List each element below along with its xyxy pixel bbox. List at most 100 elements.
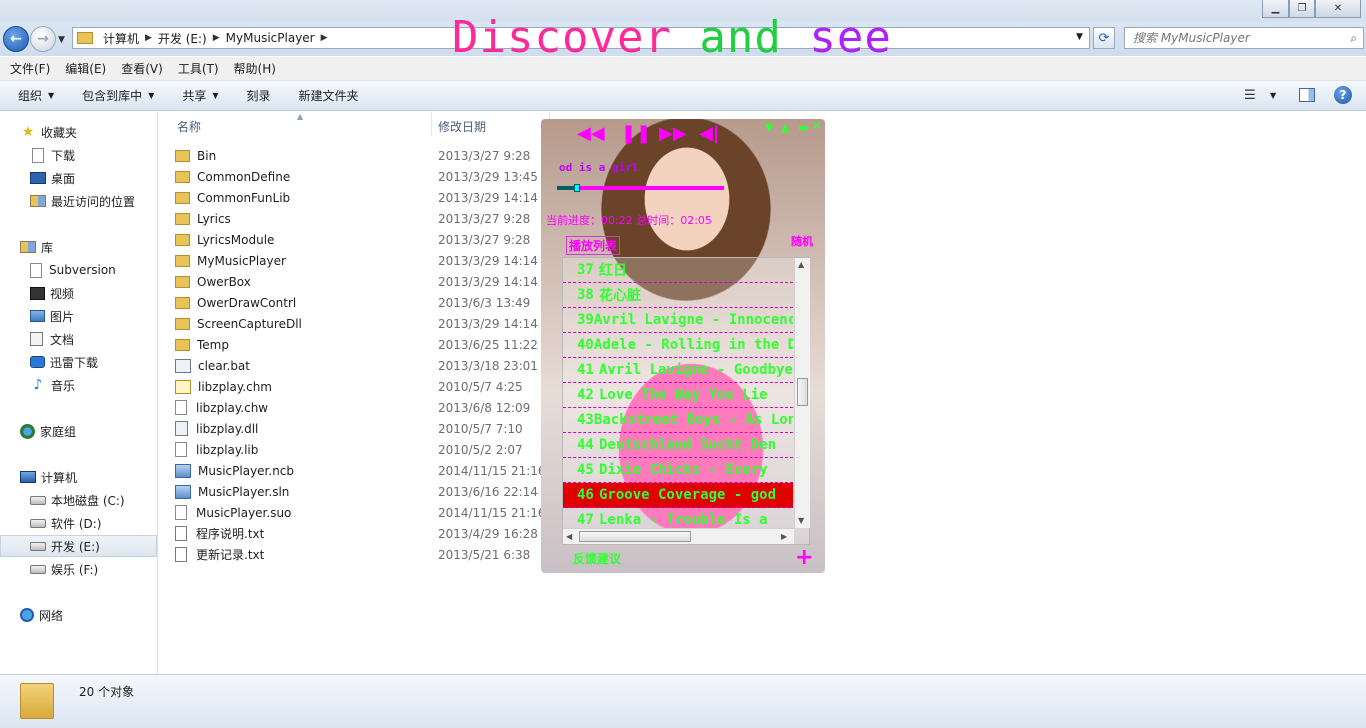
include-in-library-button[interactable]: 包含到库中 ▼: [82, 87, 154, 104]
column-header-name[interactable]: 名称: [177, 118, 201, 135]
new-folder-button[interactable]: 新建文件夹: [299, 87, 359, 104]
track-title: 花心脏: [599, 288, 641, 304]
nav-downloads[interactable]: 下载: [0, 144, 157, 166]
menu-tools[interactable]: 工具(T): [178, 60, 219, 77]
bat-icon: [175, 358, 191, 373]
nav-pictures[interactable]: 图片: [0, 305, 157, 327]
volume-icon[interactable]: ◀|: [699, 123, 719, 144]
playlist-item[interactable]: 41 Avril Lavigne - Goodbye: [563, 358, 793, 383]
progress-handle[interactable]: [574, 184, 581, 192]
file-icon: [175, 505, 187, 520]
playlist-item[interactable]: 47 Lenka - Trouble Is a: [563, 508, 793, 528]
view-options-icon[interactable]: ☰: [1244, 88, 1256, 103]
nav-drive-d[interactable]: 软件 (D:): [0, 512, 157, 534]
scroll-right-icon[interactable]: ▶: [781, 532, 787, 541]
add-song-icon[interactable]: +: [795, 545, 813, 570]
menu-view[interactable]: 查看(V): [121, 60, 163, 77]
nav-drive-e[interactable]: 开发 (E:): [0, 535, 157, 557]
preview-pane-icon[interactable]: [1299, 88, 1315, 102]
menu-file[interactable]: 文件(F): [10, 60, 50, 77]
nav-favorites[interactable]: ★ 收藏夹: [0, 121, 157, 143]
playlist-tab[interactable]: 播放列表: [566, 236, 621, 255]
share-button[interactable]: 共享 ▼: [182, 87, 218, 104]
minimize-button[interactable]: ▁: [1262, 0, 1289, 18]
nav-videos[interactable]: 视频: [0, 282, 157, 304]
playlist-item[interactable]: 44 Deutschland Sucht Den: [563, 433, 793, 458]
random-mode-button[interactable]: 随机: [791, 233, 813, 249]
nav-computer[interactable]: 计算机: [0, 466, 157, 488]
feedback-link[interactable]: 反馈建议: [573, 550, 621, 567]
chevron-right-icon[interactable]: ▶: [213, 33, 220, 43]
skin-icon[interactable]: ▼: [765, 121, 773, 134]
column-divider[interactable]: [431, 112, 432, 136]
recent-pages-dropdown-icon[interactable]: ▼: [58, 35, 65, 45]
playlist-item[interactable]: 40Adele - Rolling in the Deep: [563, 333, 793, 358]
breadcrumb-computer[interactable]: 计算机 ▶: [103, 30, 152, 47]
nav-network[interactable]: 网络: [0, 604, 157, 626]
search-box[interactable]: ⌕: [1124, 27, 1364, 49]
file-name: libzplay.dll: [196, 421, 259, 436]
menu-edit[interactable]: 编辑(E): [65, 60, 106, 77]
playlist-item[interactable]: 37 红日: [563, 258, 793, 283]
nav-drive-c[interactable]: 本地磁盘 (C:): [0, 489, 157, 511]
chevron-right-icon[interactable]: ▶: [321, 33, 328, 43]
help-icon[interactable]: ?: [1334, 86, 1352, 104]
close-button[interactable]: ✕: [1315, 0, 1361, 18]
refresh-button[interactable]: ⟳: [1093, 27, 1115, 49]
search-icon[interactable]: ⌕: [1350, 31, 1357, 46]
nav-homegroup[interactable]: 家庭组: [0, 420, 157, 442]
menu-help[interactable]: 帮助(H): [234, 60, 276, 77]
nav-music[interactable]: ♪ 音乐: [0, 374, 157, 396]
nav-libraries[interactable]: 库: [0, 236, 157, 258]
nav-drive-f[interactable]: 娱乐 (F:): [0, 558, 157, 580]
column-header-date[interactable]: 修改日期: [438, 118, 486, 135]
playlist-item[interactable]: 45 Dixie Chicks - Every: [563, 458, 793, 483]
scroll-thumb[interactable]: [579, 531, 691, 542]
burn-button[interactable]: 刻录: [247, 87, 271, 104]
playlist[interactable]: 37 红日 38 花心脏 39 Avril Lavigne - Innocence 40 Ad…: [562, 257, 810, 545]
music-player-window[interactable]: ◀◀ ❚❚ ▶▶ ◀| ▼ ▲ ▬ ✕ od is a girl 当前进度：00…: [541, 119, 825, 573]
scroll-up-icon[interactable]: ▲: [798, 260, 804, 269]
playlist-horizontal-scrollbar[interactable]: ◀ ▶: [563, 528, 794, 544]
maximize-button[interactable]: ❐: [1289, 0, 1315, 18]
pin-top-icon[interactable]: ▲: [781, 121, 789, 134]
scroll-thumb[interactable]: [797, 378, 808, 406]
banner-word-2: and: [699, 12, 782, 63]
progress-slider[interactable]: [557, 184, 724, 192]
nav-documents[interactable]: 文档: [0, 328, 157, 350]
chevron-right-icon[interactable]: ▶: [145, 33, 152, 43]
file-date: 2013/3/18 23:01: [438, 358, 538, 373]
breadcrumb-drive-e[interactable]: 开发 (E:) ▶: [158, 30, 220, 47]
back-button[interactable]: ←: [3, 26, 29, 52]
previous-track-icon[interactable]: ◀◀: [577, 123, 605, 144]
playlist-item[interactable]: 38 花心脏: [563, 283, 793, 308]
track-title: Lenka - Trouble Is a: [599, 512, 768, 528]
minimize-icon[interactable]: ▬: [798, 121, 808, 134]
next-track-icon[interactable]: ▶▶: [659, 123, 687, 144]
playlist-vertical-scrollbar[interactable]: ▲ ▼: [794, 258, 810, 528]
nav-subversion[interactable]: Subversion: [0, 259, 157, 281]
forward-button[interactable]: →: [30, 26, 56, 52]
folder-icon: [175, 191, 190, 204]
nav-label: 音乐: [51, 378, 76, 393]
playlist-item[interactable]: 42 Love The Way You Lie: [563, 383, 793, 408]
search-input[interactable]: [1133, 31, 1333, 45]
playlist-item[interactable]: 43 Backstreet Boys - As Long: [563, 408, 793, 433]
scroll-down-icon[interactable]: ▼: [798, 516, 804, 525]
nav-xunlei[interactable]: 迅雷下载: [0, 351, 157, 373]
nav-recent[interactable]: 最近访问的位置: [0, 190, 157, 212]
scroll-left-icon[interactable]: ◀: [566, 532, 572, 541]
folder-icon: [175, 296, 190, 309]
organize-button[interactable]: 组织 ▼: [18, 87, 54, 104]
view-dropdown-icon[interactable]: ▼: [1270, 91, 1276, 100]
address-dropdown-icon[interactable]: ▼: [1076, 32, 1083, 42]
file-name-cell: libzplay.lib: [175, 442, 438, 457]
nav-desktop[interactable]: 桌面: [0, 167, 157, 189]
share-label: 共享: [182, 89, 207, 103]
close-icon[interactable]: ✕: [811, 119, 822, 134]
pause-icon[interactable]: ❚❚: [621, 123, 651, 144]
playlist-item[interactable]: 39 Avril Lavigne - Innocence: [563, 308, 793, 333]
file-name-cell: clear.bat: [175, 358, 438, 373]
playlist-item[interactable]: 46 Groove Coverage - god: [563, 483, 793, 508]
breadcrumb-mymusicplayer[interactable]: MyMusicPlayer ▶: [226, 31, 328, 45]
